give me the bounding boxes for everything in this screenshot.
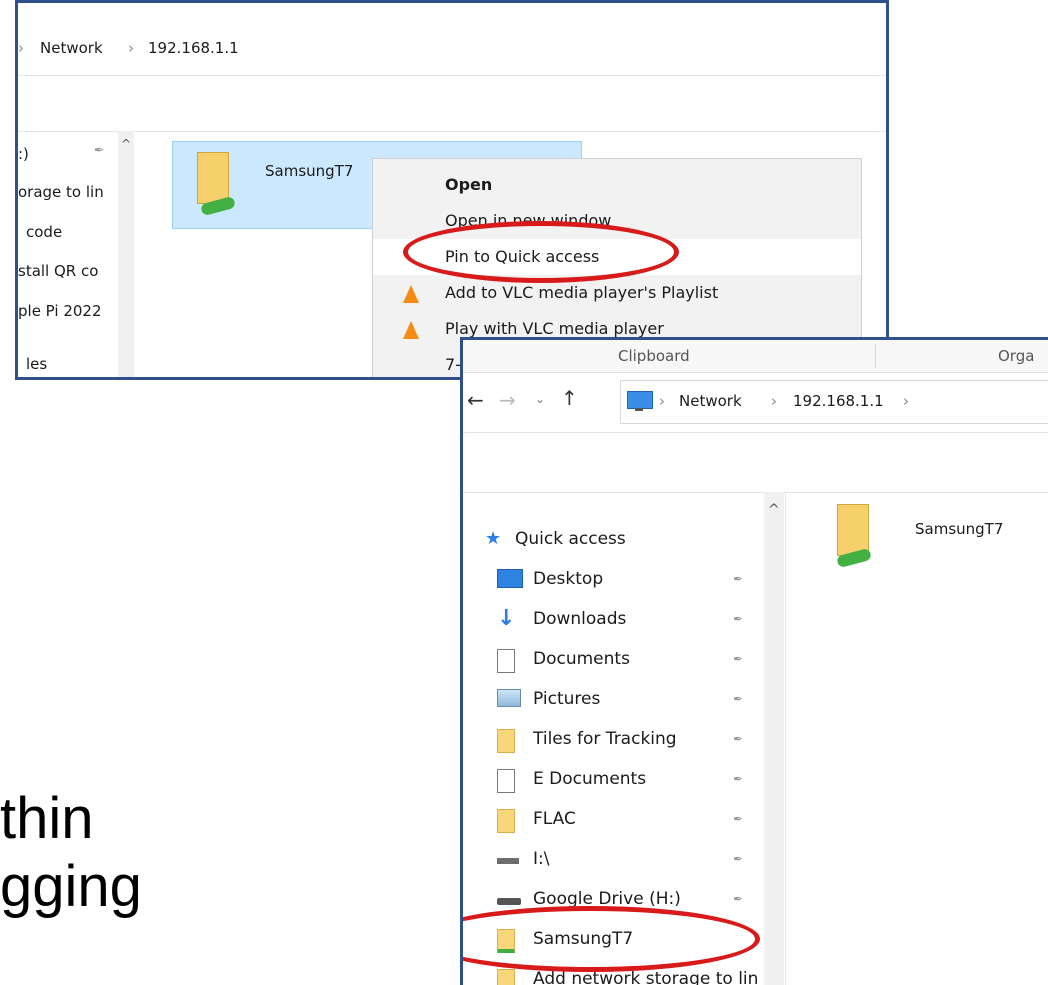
pin-icon: ✒ xyxy=(733,892,744,906)
pin-icon: ✒ xyxy=(733,732,744,746)
address-bar-row: ← → ⌄ ↑ › Network › 192.168.1.1 › xyxy=(463,372,1048,433)
slide-text-line1: thin xyxy=(0,786,94,851)
nav-item-label: I:\ xyxy=(533,849,550,869)
breadcrumb-network[interactable]: Network xyxy=(40,39,103,57)
folder-icon xyxy=(497,809,515,833)
nav-item-desktop[interactable]: Desktop ✒ xyxy=(463,560,768,598)
folder-name: SamsungT7 xyxy=(265,162,354,180)
scroll-up-icon[interactable]: ^ xyxy=(768,502,780,518)
nav-item[interactable]: ple Pi 2022 xyxy=(18,302,102,320)
pictures-icon xyxy=(497,689,521,707)
vlc-icon xyxy=(403,285,419,303)
computer-icon xyxy=(627,391,653,409)
nav-item-label: Pictures xyxy=(533,689,601,709)
nav-item-label: E Documents xyxy=(533,769,647,789)
vlc-icon xyxy=(403,321,419,339)
desktop-icon xyxy=(497,569,523,588)
pin-icon: ✒ xyxy=(733,652,744,666)
breadcrumb-ip[interactable]: 192.168.1.1 xyxy=(793,392,884,410)
drive-icon xyxy=(497,898,521,905)
nav-item[interactable]: les xyxy=(26,355,47,373)
folder-icon xyxy=(497,969,515,985)
scroll-up-icon[interactable]: ^ xyxy=(121,137,131,151)
pin-icon: ✒ xyxy=(733,572,744,586)
navigation-pane: ^ ✒ :) orage to lin code stall QR co ple… xyxy=(18,131,134,377)
download-icon: ↓ xyxy=(497,606,516,631)
pin-icon: ✒ xyxy=(733,852,744,866)
nav-item-label: Desktop xyxy=(533,569,604,589)
explorer-window-top: › Network › 192.168.1.1 ^ ✒ :) orage to … xyxy=(15,0,889,380)
breadcrumb-chevron-icon: › xyxy=(771,392,777,410)
breadcrumb-network[interactable]: Network xyxy=(679,392,742,410)
star-icon: ★ xyxy=(485,528,502,549)
pin-icon: ✒ xyxy=(733,772,744,786)
folder-name: SamsungT7 xyxy=(915,520,1004,538)
nav-item-tiles-for-tracking[interactable]: Tiles for Tracking ✒ xyxy=(463,720,768,758)
nav-item-documents[interactable]: Documents ✒ xyxy=(463,640,768,678)
nav-item-pictures[interactable]: Pictures ✒ xyxy=(463,680,768,718)
folder-icon xyxy=(497,729,515,753)
highlight-ellipse xyxy=(403,221,679,283)
quick-access-label: Quick access xyxy=(515,529,626,549)
nav-item-e-documents[interactable]: E Documents ✒ xyxy=(463,760,768,798)
back-arrow-icon[interactable]: ← xyxy=(467,388,484,412)
address-bar[interactable]: › Network › 192.168.1.1 › xyxy=(620,380,1048,424)
breadcrumb-chevron-icon: › xyxy=(128,39,134,57)
breadcrumb-chevron-icon: › xyxy=(18,39,24,57)
pin-icon: ✒ xyxy=(733,612,744,626)
ribbon-organize-label: Orga xyxy=(998,347,1035,365)
ribbon-group-bar: Clipboard Orga xyxy=(463,340,1048,373)
network-drive-icon xyxy=(497,858,519,864)
network-folder-icon xyxy=(191,152,236,218)
nav-item-i-drive[interactable]: I:\ ✒ xyxy=(463,840,768,878)
nav-item[interactable]: stall QR co xyxy=(18,262,98,280)
nav-scrollbar[interactable] xyxy=(118,131,134,377)
nav-item-label: Tiles for Tracking xyxy=(533,729,677,749)
nav-item-downloads[interactable]: ↓ Downloads ✒ xyxy=(463,600,768,638)
nav-item[interactable]: :) xyxy=(18,145,29,163)
nav-item-label: Downloads xyxy=(533,609,627,629)
nav-item[interactable]: orage to lin xyxy=(18,183,104,201)
pin-icon: ✒ xyxy=(733,692,744,706)
ribbon-clipboard-label: Clipboard xyxy=(618,347,690,365)
ribbon-spacer xyxy=(463,432,1048,493)
forward-arrow-icon[interactable]: → xyxy=(499,388,516,412)
recent-chevron-icon[interactable]: ⌄ xyxy=(535,392,545,406)
pin-icon: ✒ xyxy=(733,812,744,826)
documents-icon xyxy=(497,769,515,793)
quick-access[interactable]: ★ Quick access xyxy=(463,520,768,558)
nav-item-label: Documents xyxy=(533,649,630,669)
breadcrumb-chevron-icon: › xyxy=(659,392,665,410)
ribbon-strip xyxy=(18,75,886,132)
pin-icon: ✒ xyxy=(94,143,105,157)
nav-item-label: FLAC xyxy=(533,809,576,829)
slide-text-line2: gging xyxy=(0,854,142,919)
up-arrow-icon[interactable]: ↑ xyxy=(561,386,578,410)
documents-icon xyxy=(497,649,515,673)
explorer-window-bottom: Clipboard Orga ← → ⌄ ↑ › Network › 192.1… xyxy=(460,337,1048,985)
network-folder-icon xyxy=(831,504,875,570)
folder-item[interactable]: SamsungT7 xyxy=(823,500,1043,580)
nav-item-flac[interactable]: FLAC ✒ xyxy=(463,800,768,838)
breadcrumb-ip[interactable]: 192.168.1.1 xyxy=(148,39,239,57)
breadcrumb-bar[interactable]: › Network › 192.168.1.1 xyxy=(18,25,886,76)
nav-item[interactable]: code xyxy=(26,223,62,241)
menu-add-vlc-playlist[interactable]: Add to VLC media player's Playlist xyxy=(373,275,861,311)
breadcrumb-chevron-icon: › xyxy=(903,392,909,410)
menu-open[interactable]: Open xyxy=(373,167,861,203)
